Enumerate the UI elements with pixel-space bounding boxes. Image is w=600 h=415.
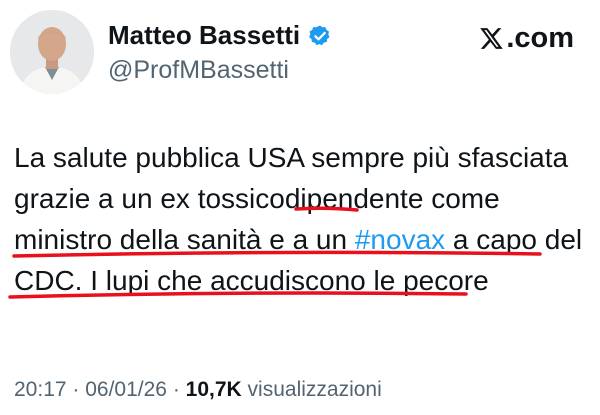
tweet-text-segment <box>190 183 198 214</box>
author-handle[interactable]: @ProfMBassetti <box>108 56 289 85</box>
author-name[interactable]: Matteo Bassetti <box>108 20 300 51</box>
avatar[interactable] <box>10 10 94 94</box>
tweet-text-segment: ex <box>160 183 190 214</box>
tweet-text-segment: tossicodipendente <box>197 183 424 214</box>
tweet-time[interactable]: 20:17 <box>14 378 67 401</box>
tweet-date[interactable]: 06/01/26 <box>85 378 167 401</box>
author-row: Matteo Bassetti <box>108 20 332 51</box>
tweet-text-segment: sanità e a un <box>186 224 355 255</box>
avatar-photo <box>10 10 94 94</box>
views-label: visualizzazioni <box>247 378 382 401</box>
meta-separator: · <box>166 378 186 401</box>
brand-suffix: .com <box>506 22 574 54</box>
brand-logo: .com <box>479 22 574 55</box>
verified-badge-icon <box>308 24 332 48</box>
tweet-text: La salute pubblica USA sempre più sfasci… <box>14 137 589 301</box>
tweet-meta: 20:17 · 06/01/26 · 10,7K visualizzazioni <box>14 378 382 402</box>
tweet-text-segment: I lupi che accudiscono le pecore <box>82 265 489 296</box>
hashtag-link[interactable]: #novax <box>355 224 445 255</box>
meta-separator: · <box>66 378 86 401</box>
x-logo-icon <box>480 28 504 49</box>
views-count: 10,7K <box>185 378 242 401</box>
